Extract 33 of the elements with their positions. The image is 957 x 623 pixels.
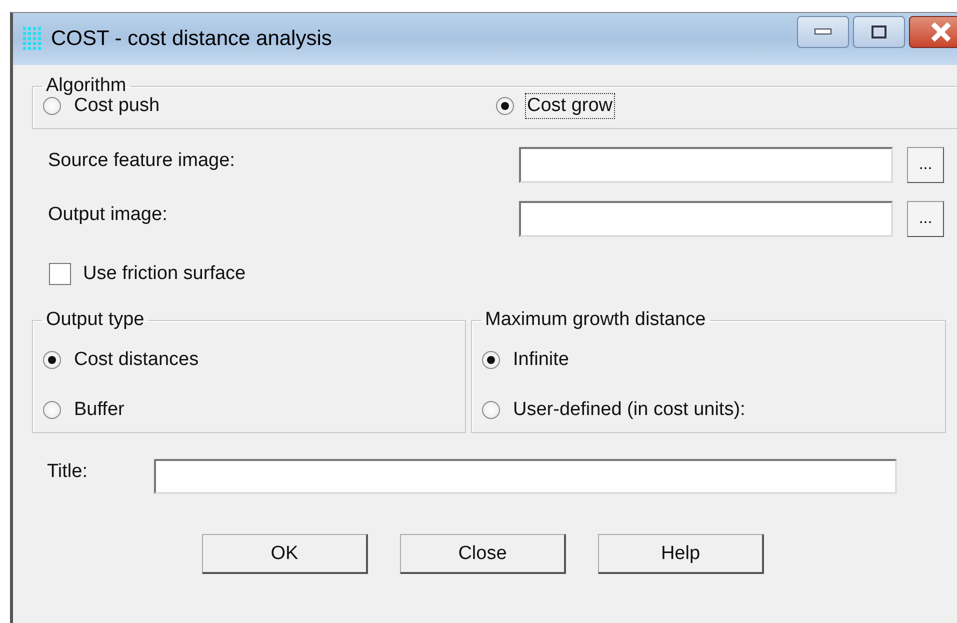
field-label: Source feature image: (47, 150, 236, 172)
input-field[interactable] (519, 147, 893, 183)
group-label: Maximum growth distance (484, 309, 707, 331)
field-label: Title: (47, 460, 88, 482)
input-field[interactable] (519, 201, 893, 237)
radio-label[interactable]: Cost grow (525, 93, 615, 119)
maximize-button[interactable] (853, 16, 905, 48)
checkbox-label[interactable]: Use friction surface (81, 261, 248, 287)
title-input-field[interactable] (154, 459, 897, 494)
checkbox[interactable] (49, 263, 71, 285)
window-title: COST - cost distance analysis (51, 27, 332, 51)
radio-button[interactable] (43, 351, 61, 369)
close-icon (930, 22, 952, 42)
radio-label[interactable]: User-defined (in cost units): (511, 397, 748, 423)
browse-button[interactable]: ... (907, 147, 944, 183)
radio-label[interactable]: Infinite (511, 347, 571, 373)
grid-icon (23, 27, 43, 51)
radio-label[interactable]: Buffer (72, 397, 126, 423)
radio-label[interactable]: Cost distances (72, 347, 201, 373)
maximize-icon (871, 25, 887, 39)
group-label: Output type (45, 309, 146, 331)
field-label: Output image: (47, 204, 168, 226)
radio-button[interactable] (496, 97, 514, 115)
dialog-button[interactable]: Help (598, 534, 764, 574)
minimize-button[interactable] (797, 16, 849, 48)
radio-button[interactable] (482, 401, 500, 419)
radio-button[interactable] (482, 351, 500, 369)
minimize-icon (814, 28, 832, 36)
browse-button[interactable]: ... (907, 201, 944, 237)
dialog-button[interactable]: OK (202, 534, 368, 574)
radio-button[interactable] (43, 401, 61, 419)
dialog-button[interactable]: Close (400, 534, 566, 574)
radio-button[interactable] (43, 97, 61, 115)
